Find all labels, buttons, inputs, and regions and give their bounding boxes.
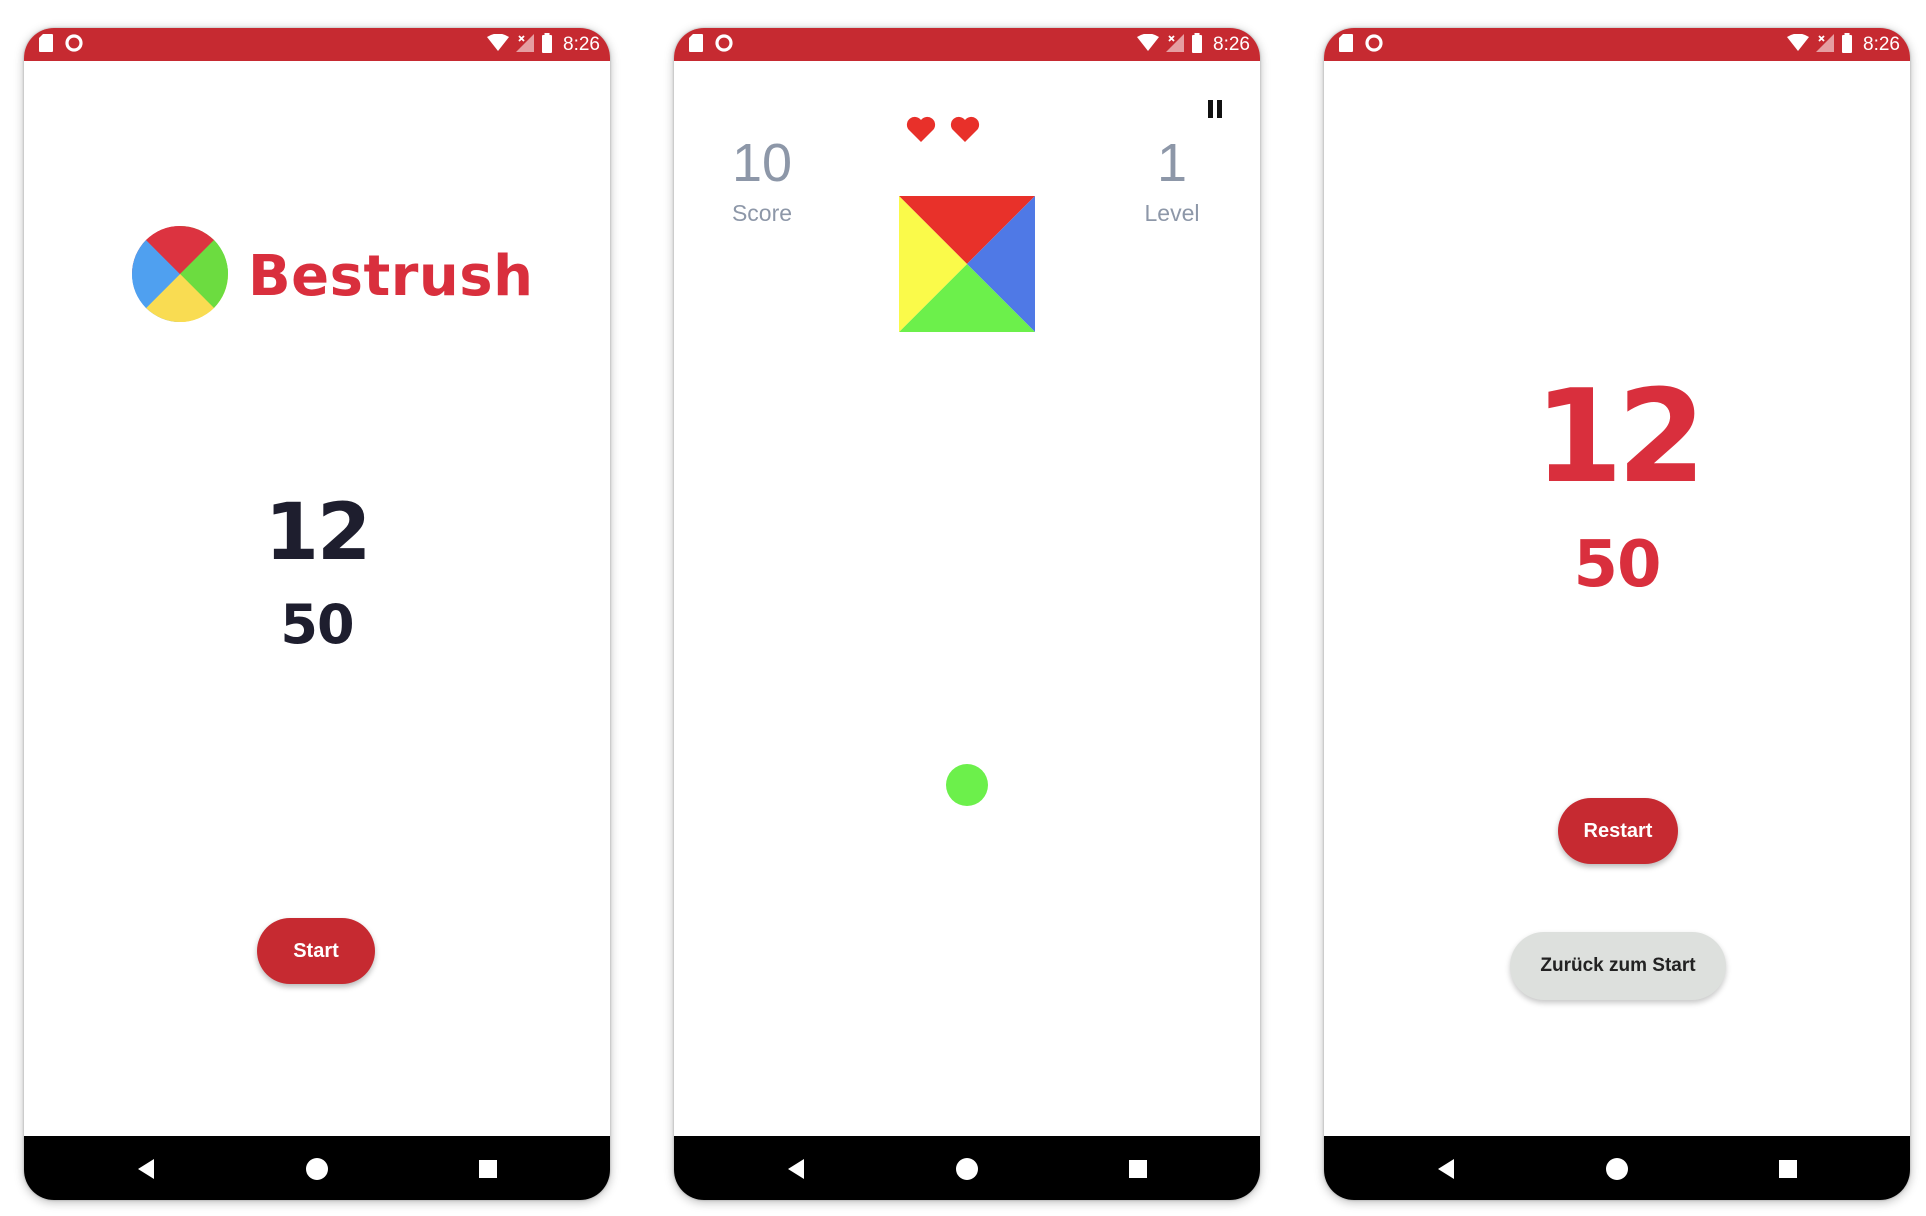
wifi-icon <box>487 33 510 57</box>
status-time: 8:26 <box>1213 34 1250 55</box>
start-screen: 8:26 Bestrush 12 50 Start <box>24 28 610 1200</box>
sd-card-icon <box>688 33 704 58</box>
last-score: 12 <box>264 488 372 578</box>
navigation-bar <box>24 1136 610 1200</box>
cell-signal-icon <box>1165 33 1185 58</box>
color-wheel-logo-icon <box>132 225 228 327</box>
recents-icon[interactable] <box>1775 1156 1801 1182</box>
wifi-icon <box>1137 33 1160 57</box>
best-score: 50 <box>1573 528 1661 602</box>
game-over-screen: 8:26 12 50 Restart Zurück zum Start <box>1324 28 1910 1200</box>
status-time: 8:26 <box>563 34 600 55</box>
back-icon[interactable] <box>783 1156 809 1182</box>
status-bar: 8:26 <box>24 28 610 61</box>
start-button[interactable]: Start <box>257 918 375 984</box>
score-value: 10 <box>731 133 793 193</box>
cell-signal-icon <box>515 33 535 58</box>
wifi-icon <box>1787 33 1810 57</box>
home-icon[interactable] <box>304 1156 330 1182</box>
battery-icon <box>1841 32 1853 58</box>
home-icon[interactable] <box>1604 1156 1630 1182</box>
best-score: 50 <box>280 593 354 656</box>
back-icon[interactable] <box>1433 1156 1459 1182</box>
lives <box>906 116 980 148</box>
recents-icon[interactable] <box>1125 1156 1151 1182</box>
recents-icon[interactable] <box>475 1156 501 1182</box>
battery-icon <box>541 32 553 58</box>
cell-signal-icon <box>1815 33 1835 58</box>
back-icon[interactable] <box>133 1156 159 1182</box>
navigation-bar <box>1324 1136 1910 1200</box>
heart-icon <box>906 116 936 148</box>
color-square[interactable] <box>899 196 1035 332</box>
falling-ball <box>946 764 988 806</box>
sd-card-icon <box>38 33 54 58</box>
navigation-bar <box>674 1136 1260 1200</box>
home-icon[interactable] <box>954 1156 980 1182</box>
heart-icon <box>950 116 980 148</box>
record-icon <box>64 33 84 58</box>
app-title: Bestrush <box>248 243 534 309</box>
score-label: Score <box>731 200 793 226</box>
status-bar: 8:26 <box>674 28 1260 61</box>
app-logo: Bestrush <box>132 225 534 327</box>
sd-card-icon <box>1338 33 1354 58</box>
record-icon <box>714 33 734 58</box>
status-time: 8:26 <box>1863 34 1900 55</box>
status-bar: 8:26 <box>1324 28 1910 61</box>
record-icon <box>1364 33 1384 58</box>
back-to-start-button[interactable]: Zurück zum Start <box>1510 932 1726 1000</box>
game-screen: 8:26 10 Score 1 Level <box>674 28 1260 1200</box>
level-label: Level <box>1144 200 1200 226</box>
pause-icon[interactable] <box>1204 96 1226 122</box>
final-score: 12 <box>1533 363 1706 512</box>
restart-button[interactable]: Restart <box>1558 798 1678 864</box>
battery-icon <box>1191 32 1203 58</box>
level-value: 1 <box>1156 133 1188 193</box>
